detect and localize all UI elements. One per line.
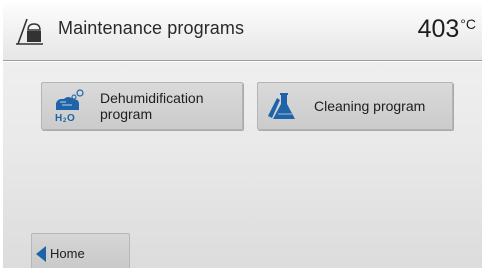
screen: Maintenance programs 403°C H 2 O Dehumid…	[3, 3, 482, 268]
furnace-maintenance-icon	[16, 18, 43, 45]
home-label: Home	[50, 246, 85, 261]
temperature-value: 403	[417, 15, 460, 43]
dehumidification-icon: H 2 O	[55, 89, 84, 123]
dehumidification-label-line1: Dehumidification	[100, 90, 204, 106]
header-bar: Maintenance programs 403°C	[3, 3, 482, 61]
page-title: Maintenance programs	[58, 18, 245, 38]
cleaning-program-button[interactable]: Cleaning program	[257, 82, 453, 130]
dehumidification-program-button[interactable]: H 2 O Dehumidification program	[41, 82, 243, 130]
cleaning-program-label: Cleaning program	[314, 98, 426, 114]
back-arrow-icon	[36, 246, 46, 262]
svg-text:O: O	[67, 113, 75, 123]
dehumidification-label: Dehumidification program	[100, 90, 204, 122]
cleaning-flask-icon	[268, 93, 295, 119]
temperature-readout: 403°C	[418, 15, 476, 44]
dehumidification-label-line2: program	[100, 106, 153, 122]
svg-text:H: H	[55, 113, 62, 123]
home-button[interactable]: Home	[31, 233, 130, 268]
temperature-unit: °C	[460, 16, 476, 32]
